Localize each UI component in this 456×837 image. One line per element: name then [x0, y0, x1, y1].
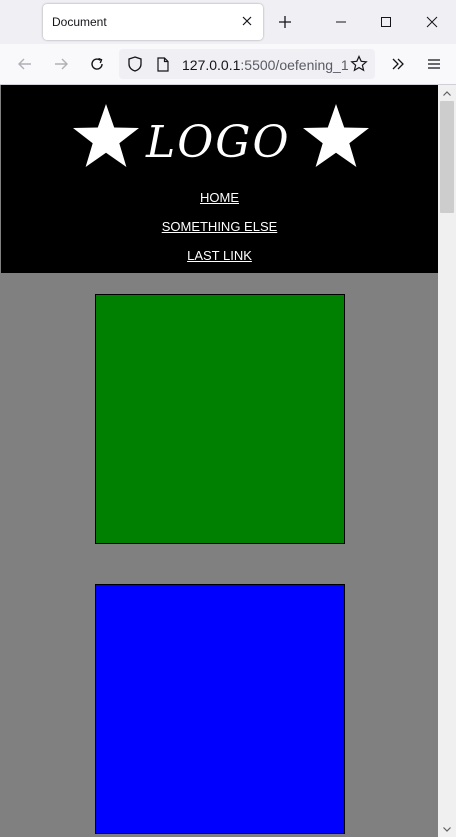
url-bar[interactable]: 127.0.0.1:5500/oefening_1: [119, 49, 375, 79]
shield-icon[interactable]: [127, 56, 143, 72]
browser-titlebar: Document: [0, 0, 456, 44]
close-tab-icon[interactable]: [239, 13, 255, 29]
star-left-icon: [73, 104, 139, 167]
tab-title: Document: [52, 15, 107, 29]
forward-icon[interactable]: [51, 54, 71, 74]
blue-box: [95, 584, 345, 834]
scroll-up-arrow-icon[interactable]: [438, 85, 456, 101]
back-icon[interactable]: [15, 54, 35, 74]
menu-icon[interactable]: [424, 54, 444, 74]
reload-icon[interactable]: [87, 54, 107, 74]
green-box: [95, 294, 345, 544]
logo: LOGO: [71, 103, 371, 175]
minimize-icon[interactable]: [331, 12, 351, 32]
site-header: LOGO HOME SOMETHING ELSE LAST LINK: [1, 85, 438, 273]
scroll-down-arrow-icon[interactable]: [438, 821, 456, 837]
url-path: :5500/oefening_1: [240, 57, 349, 73]
close-window-icon[interactable]: [422, 12, 442, 32]
vertical-scrollbar[interactable]: [438, 85, 456, 837]
maximize-icon[interactable]: [376, 12, 396, 32]
logo-text: LOGO: [146, 117, 291, 168]
overflow-chevron-icon[interactable]: [388, 54, 408, 74]
page-icon[interactable]: [155, 56, 171, 72]
url-text[interactable]: 127.0.0.1:5500/oefening_1: [182, 57, 362, 73]
scroll-thumb[interactable]: [440, 101, 454, 213]
browser-tab[interactable]: Document: [43, 4, 263, 40]
nav-link-home[interactable]: HOME: [1, 190, 438, 205]
bookmark-star-icon[interactable]: [349, 54, 369, 74]
nav-link-last-link[interactable]: LAST LINK: [1, 248, 438, 263]
url-host: 127.0.0.1: [182, 57, 241, 73]
browser-toolbar: 127.0.0.1:5500/oefening_1: [0, 44, 456, 85]
star-right-icon: [303, 104, 369, 167]
nav-link-something-else[interactable]: SOMETHING ELSE: [1, 219, 438, 234]
page-viewport: LOGO HOME SOMETHING ELSE LAST LINK: [0, 85, 438, 837]
new-tab-icon[interactable]: [275, 12, 295, 32]
